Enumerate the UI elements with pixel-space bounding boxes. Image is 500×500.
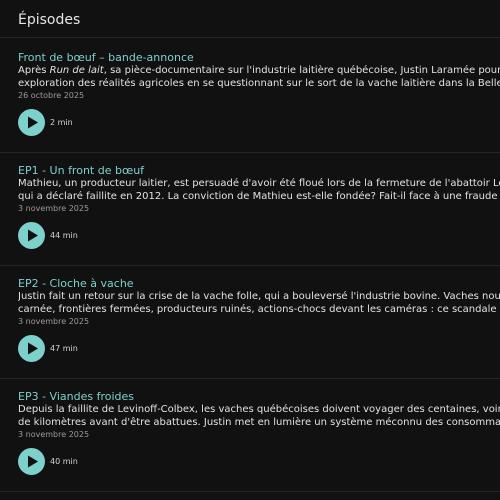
episode-duration: 40 min — [50, 457, 78, 466]
play-icon — [28, 229, 38, 242]
description-text: Après — [18, 65, 50, 76]
episode-date: 3 novembre 2025 — [18, 317, 90, 326]
episode-duration: 2 min — [50, 118, 73, 127]
episode-divider — [0, 378, 500, 379]
description-text: , sa pièce-documentaire sur l'industrie … — [103, 65, 500, 76]
episode-description: Justin fait un retour sur la crise de la… — [18, 291, 500, 316]
play-icon — [28, 342, 38, 355]
episode-item-trailer: Front de bœuf – bande-annonce Après Run … — [18, 51, 500, 164]
episode-duration: 44 min — [50, 231, 78, 240]
episode-description-line: qui a déclaré faillite en 2012. La convi… — [18, 190, 500, 202]
play-button[interactable] — [18, 222, 45, 249]
episode-description-line: Mathieu, un producteur laitier, est pers… — [18, 178, 500, 189]
episode-description-line: Depuis la faillite de Levinoff-Colbex, l… — [18, 404, 500, 415]
episode-item-ep1: EP1 - Un front de bœuf Mathieu, un produ… — [18, 164, 500, 277]
episode-date: 3 novembre 2025 — [18, 430, 90, 439]
header-divider — [0, 37, 500, 38]
episode-description-line: exploration des réalités agricoles en se… — [18, 77, 500, 89]
play-button[interactable] — [18, 109, 45, 136]
episode-description: Depuis la faillite de Levinoff-Colbex, l… — [18, 404, 500, 429]
episode-date: 26 octobre 2025 — [18, 91, 85, 100]
episode-description-line: Après Run de lait, sa pièce-documentaire… — [18, 65, 500, 78]
episode-title[interactable]: EP2 - Cloche à vache — [18, 277, 134, 291]
episode-divider — [0, 491, 500, 492]
episode-title[interactable]: Front de bœuf – bande-annonce — [18, 51, 194, 65]
play-button[interactable] — [18, 335, 45, 362]
episode-description-line: Justin fait un retour sur la crise de la… — [18, 291, 500, 302]
episode-divider — [0, 152, 500, 153]
play-button[interactable] — [18, 448, 45, 475]
episode-duration: 47 min — [50, 344, 78, 353]
episode-title[interactable]: EP3 - Viandes froides — [18, 390, 134, 404]
episodes-page: Épisodes Front de bœuf – bande-annonce A… — [0, 0, 500, 500]
play-icon — [28, 455, 38, 468]
episode-date: 3 novembre 2025 — [18, 204, 90, 213]
episode-divider — [0, 265, 500, 266]
episode-description-line: carnée, frontières fermées, producteurs … — [18, 303, 500, 315]
episode-item-ep3: EP3 - Viandes froides Depuis la faillite… — [18, 390, 500, 500]
episode-description: Mathieu, un producteur laitier, est pers… — [18, 178, 500, 203]
description-italic-title: Run de lait — [49, 65, 104, 76]
episode-item-ep2: EP2 - Cloche à vache Justin fait un reto… — [18, 277, 500, 390]
episode-title[interactable]: EP1 - Un front de bœuf — [18, 164, 144, 178]
play-icon — [28, 116, 38, 129]
episode-description-line: de kilomètres avant d'être abattues. Jus… — [18, 416, 500, 428]
episode-description: Après Run de lait, sa pièce-documentaire… — [18, 65, 500, 90]
section-title: Épisodes — [18, 12, 81, 28]
